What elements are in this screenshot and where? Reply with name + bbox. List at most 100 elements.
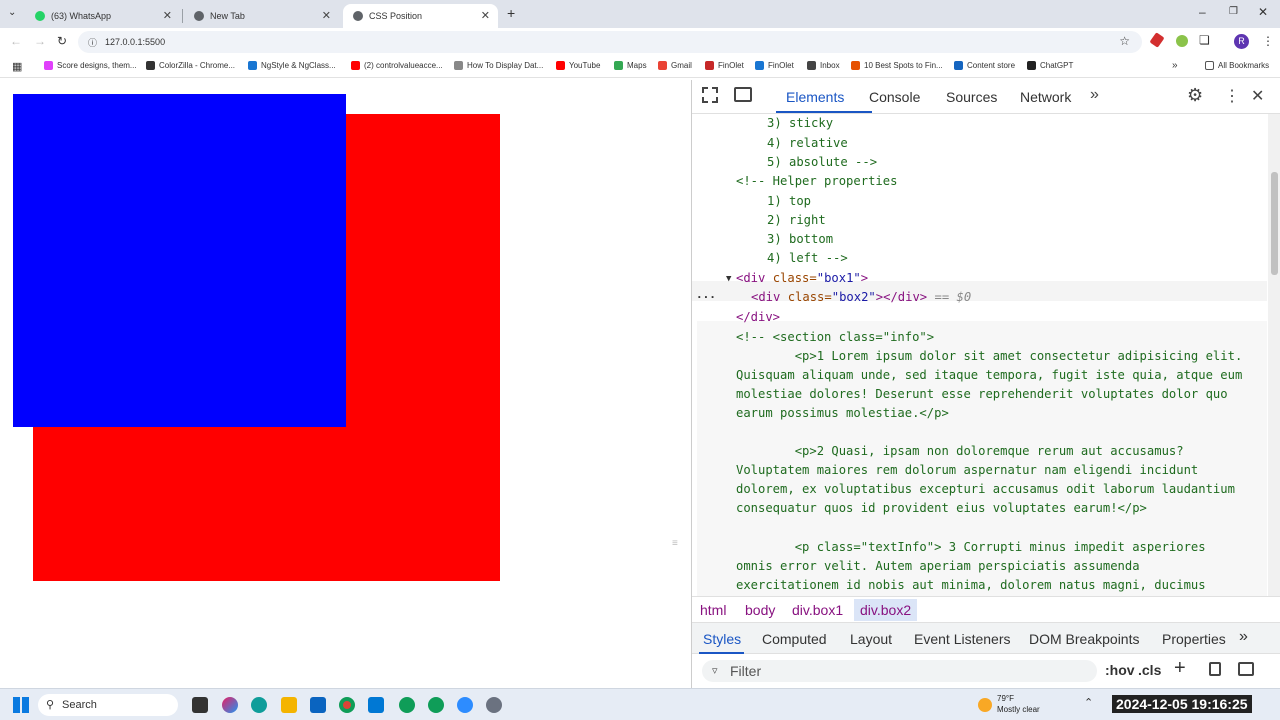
avatar[interactable]: R: [1234, 34, 1249, 49]
code-line[interactable]: 1) top: [767, 192, 811, 211]
chrome-icon[interactable]: [339, 697, 355, 713]
show-hidden-icons-chevron-icon[interactable]: ⌃: [1084, 696, 1093, 709]
resize-handle-icon[interactable]: ≡: [672, 538, 678, 549]
all-bookmarks[interactable]: All Bookmarks: [1205, 61, 1269, 70]
bookmark-item[interactable]: Maps: [614, 61, 647, 70]
comment-line[interactable]: exercitationem id nobis aut minima, dolo…: [736, 576, 1206, 595]
windows-start-icon[interactable]: [13, 697, 29, 713]
pen-extension-icon[interactable]: [1149, 32, 1165, 48]
zoom-icon[interactable]: [457, 697, 473, 713]
more-panes-chevron-icon[interactable]: »: [1239, 628, 1248, 646]
menu-kebab-icon[interactable]: ⋮: [1262, 34, 1274, 48]
code-line[interactable]: 5) absolute -->: [767, 153, 877, 172]
restore-icon[interactable]: ❐: [1229, 6, 1238, 17]
back-icon[interactable]: ←: [10, 34, 22, 48]
scrollbar-thumb[interactable]: [1271, 172, 1278, 275]
vscode-icon[interactable]: [368, 697, 384, 713]
close-icon[interactable]: ✕: [163, 9, 172, 22]
bookmark-item[interactable]: ChatGPT: [1027, 61, 1073, 70]
bookmark-item[interactable]: How To Display Dat...: [454, 61, 543, 70]
box1-node[interactable]: <div class="box1">: [736, 269, 868, 288]
device-toolbar-icon[interactable]: [734, 87, 752, 102]
copilot-icon[interactable]: [222, 697, 238, 713]
box2-node[interactable]: <div class="box2"></div> == $0: [751, 288, 971, 307]
breadcrumb-html[interactable]: html: [700, 602, 726, 618]
closing-tag[interactable]: </div>: [736, 308, 780, 327]
more-bookmarks-chevron-icon[interactable]: »: [1172, 60, 1178, 71]
breadcrumb-div-box1[interactable]: div.box1: [792, 602, 843, 618]
bookmark-item[interactable]: Inbox: [807, 61, 840, 70]
tab-styles[interactable]: Styles: [703, 631, 741, 647]
outlook-icon[interactable]: [310, 697, 326, 713]
hov-button[interactable]: :hov: [1105, 662, 1135, 678]
bookmark-item[interactable]: FinOlet: [755, 61, 794, 70]
taskbar-search[interactable]: ⚲ Search: [38, 694, 178, 716]
breadcrumb-div-box2[interactable]: div.box2: [854, 599, 918, 621]
apps-grid-icon[interactable]: ▦: [12, 60, 22, 73]
code-line[interactable]: 4) left -->: [767, 249, 848, 268]
bookmark-item[interactable]: Gmail: [658, 61, 692, 70]
code-line[interactable]: 3) bottom: [767, 230, 833, 249]
tab-dom-breakpoints[interactable]: DOM Breakpoints: [1029, 631, 1139, 647]
settings-gear-icon[interactable]: ⚙: [1187, 85, 1203, 106]
tab-sources[interactable]: Sources: [946, 89, 997, 105]
code-line[interactable]: 2) right: [767, 211, 826, 230]
code-line[interactable]: 4) relative: [767, 134, 848, 153]
bookmark-item[interactable]: YouTube: [556, 61, 600, 70]
tab-css-position[interactable]: CSS Position ✕: [343, 4, 498, 28]
puzzle-icon[interactable]: ❏: [1199, 33, 1210, 47]
tab-network[interactable]: Network: [1020, 89, 1071, 105]
edge-icon[interactable]: [251, 697, 267, 713]
tab-computed[interactable]: Computed: [762, 631, 827, 647]
reload-icon[interactable]: ↻: [57, 34, 67, 48]
comment-line[interactable]: dolorem, ex voluptatibus excepturi accus…: [736, 480, 1235, 499]
elements-scrollbar[interactable]: [1268, 114, 1280, 596]
comment-line[interactable]: molestiae dolores! Deserunt esse reprehe…: [736, 385, 1228, 404]
comment-line[interactable]: Quisquam aliquam unde, sed itaque tempor…: [736, 366, 1242, 385]
code-line[interactable]: <!-- Helper properties: [736, 172, 897, 191]
file-explorer-icon[interactable]: [281, 697, 297, 713]
comment-line[interactable]: <p>1 Lorem ipsum dolor sit amet consecte…: [736, 347, 1243, 366]
sidebar-toggle-icon[interactable]: [1238, 662, 1254, 676]
close-icon[interactable]: ✕: [481, 9, 490, 22]
cls-button[interactable]: .cls: [1138, 662, 1161, 678]
tab-event-listeners[interactable]: Event Listeners: [914, 631, 1011, 647]
close-icon[interactable]: ✕: [322, 9, 331, 22]
inspect-element-icon[interactable]: [702, 87, 718, 103]
bookmark-item[interactable]: Content store: [954, 61, 1015, 70]
comment-line[interactable]: <p>2 Quasi, ipsam non doloremque rerum a…: [736, 442, 1184, 461]
tab-search-chevron-icon[interactable]: ⌄: [8, 7, 16, 18]
weather-icon[interactable]: [978, 698, 992, 712]
more-tabs-chevron-icon[interactable]: »: [1090, 86, 1099, 104]
bookmark-item[interactable]: ColorZilla - Chrome...: [146, 61, 235, 70]
chrome-profile-icon[interactable]: [428, 697, 444, 713]
address-bar[interactable]: ⓘ 127.0.0.1:5500 ☆: [78, 31, 1142, 53]
customize-kebab-icon[interactable]: ⋮: [1224, 86, 1240, 106]
tab-console[interactable]: Console: [869, 89, 920, 105]
comment-line[interactable]: <!-- <section class="info">: [736, 328, 934, 347]
comment-line[interactable]: consequatur quos id provident eius volup…: [736, 499, 1147, 518]
breadcrumb-body[interactable]: body: [745, 602, 775, 618]
bookmark-star-icon[interactable]: ☆: [1119, 34, 1130, 48]
forward-icon[interactable]: →: [34, 34, 46, 48]
close-devtools-icon[interactable]: ✕: [1251, 86, 1264, 106]
paint-roller-icon[interactable]: [1209, 662, 1221, 676]
bookmark-item[interactable]: (2) controlvalueacce...: [351, 61, 443, 70]
task-view-icon[interactable]: [192, 697, 208, 713]
bookmark-item[interactable]: 10 Best Spots to Fin...: [851, 61, 943, 70]
comment-line[interactable]: earum possimus molestiae.</p>: [736, 404, 949, 423]
bookmark-item[interactable]: Score designs, them...: [44, 61, 137, 70]
filter-input[interactable]: ▿ Filter: [702, 660, 1097, 682]
comment-line[interactable]: <p class="textInfo"> 3 Corrupti minus im…: [736, 538, 1206, 557]
tab-layout[interactable]: Layout: [850, 631, 892, 647]
add-rule-plus-icon[interactable]: +: [1174, 657, 1186, 680]
comment-line[interactable]: omnis error velit. Autem aperiam perspic…: [736, 557, 1140, 576]
minimize-icon[interactable]: –: [1199, 5, 1206, 19]
code-line[interactable]: 3) sticky: [767, 114, 833, 133]
comment-line[interactable]: Voluptatem maiores rem dolorum aspernatu…: [736, 461, 1198, 480]
node-actions-ellipsis-icon[interactable]: ···: [696, 288, 716, 307]
expand-triangle-icon[interactable]: ▼: [726, 270, 731, 289]
new-tab-plus-icon[interactable]: +: [507, 5, 515, 21]
site-info-icon[interactable]: ⓘ: [88, 36, 97, 49]
settings-gear-icon[interactable]: [486, 697, 502, 713]
